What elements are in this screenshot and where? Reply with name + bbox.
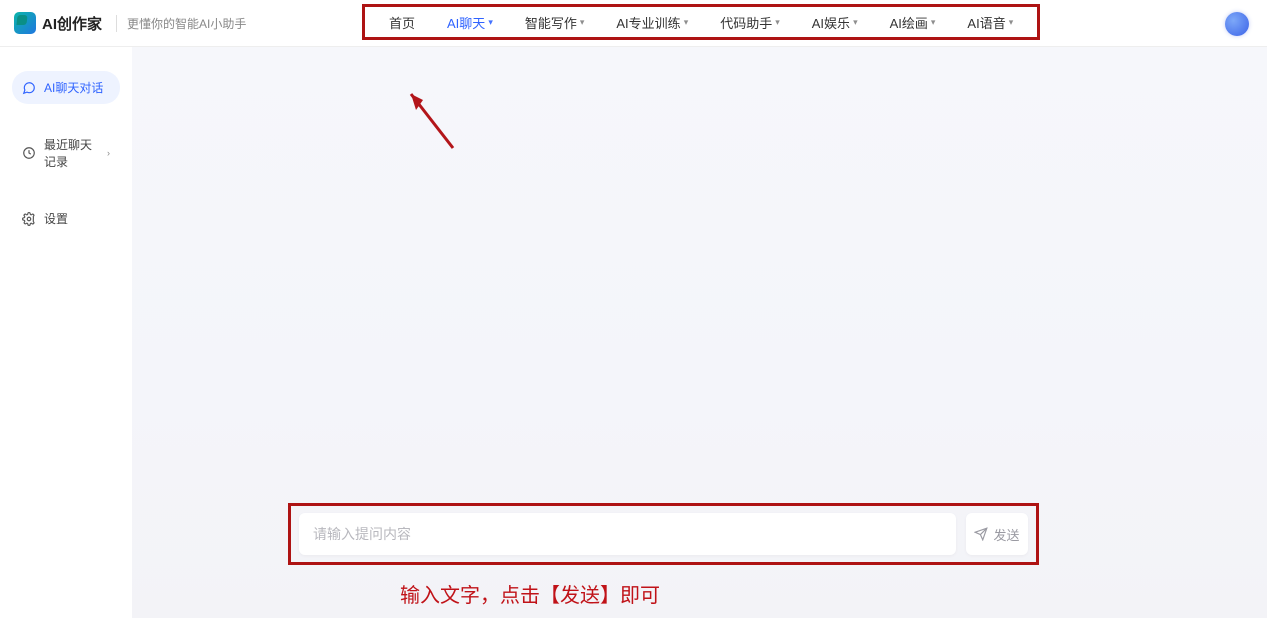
nav-ai-entertainment[interactable]: AI娱乐 ▾: [796, 13, 874, 32]
nav-label: AI专业训练: [616, 13, 680, 32]
page-body: AI聊天对话 最近聊天记录 › 设置 发送 输入文字，点击【发送: [0, 47, 1267, 618]
chevron-down-icon: ▾: [580, 17, 585, 28]
nav-code-assistant[interactable]: 代码助手 ▾: [704, 13, 796, 32]
chat-input[interactable]: [299, 513, 956, 555]
sidebar-item-ai-chat[interactable]: AI聊天对话: [12, 71, 120, 104]
nav-label: AI语音: [967, 13, 1005, 32]
nav-ai-pro-training[interactable]: AI专业训练 ▾: [600, 13, 704, 32]
chevron-down-icon: ▾: [775, 17, 780, 28]
sidebar-item-label: AI聊天对话: [44, 79, 103, 96]
top-nav-annotated-box: 首页 AI聊天 ▾ 智能写作 ▾ AI专业训练 ▾ 代码助手 ▾ AI娱乐 ▾ …: [362, 4, 1040, 40]
chevron-right-icon: ›: [107, 148, 110, 158]
clock-icon: [22, 146, 36, 160]
gear-icon: [22, 212, 36, 226]
nav-home[interactable]: 首页: [373, 13, 431, 32]
chevron-down-icon: ▾: [931, 17, 936, 28]
sidebar-item-label: 最近聊天记录: [44, 136, 99, 170]
send-button[interactable]: 发送: [966, 513, 1028, 555]
app-logo-icon: [14, 12, 36, 34]
nav-label: 首页: [389, 13, 415, 32]
nav-label: 智能写作: [525, 13, 577, 32]
nav-smart-writing[interactable]: 智能写作 ▾: [509, 13, 601, 32]
send-button-label: 发送: [993, 525, 1019, 544]
avatar[interactable]: [1225, 12, 1249, 36]
annotation-arrow-icon: [401, 88, 461, 158]
nav-label: AI娱乐: [812, 13, 850, 32]
nav-ai-painting[interactable]: AI绘画 ▾: [874, 13, 952, 32]
nav-label: AI聊天: [447, 13, 485, 32]
annotation-caption: 输入文字，点击【发送】即可: [400, 579, 660, 608]
sidebar-item-settings[interactable]: 设置: [12, 202, 120, 235]
sidebar-item-label: 设置: [44, 210, 68, 227]
chevron-down-icon: ▾: [853, 17, 858, 28]
app-tagline: 更懂你的智能AI小助手: [116, 15, 246, 32]
nav-label: AI绘画: [890, 13, 928, 32]
paper-plane-icon: [974, 527, 988, 541]
logo-area: AI创作家 更懂你的智能AI小助手: [14, 12, 246, 34]
header: AI创作家 更懂你的智能AI小助手 首页 AI聊天 ▾ 智能写作 ▾ AI专业训…: [0, 0, 1267, 47]
nav-ai-voice[interactable]: AI语音 ▾: [951, 13, 1029, 32]
chat-icon: [22, 81, 36, 95]
chevron-down-icon: ▾: [1009, 17, 1014, 28]
app-name: AI创作家: [42, 13, 102, 34]
sidebar-item-recent-chats[interactable]: 最近聊天记录 ›: [12, 128, 120, 178]
chevron-down-icon: ▾: [684, 17, 689, 28]
chevron-down-icon: ▾: [488, 17, 493, 28]
sidebar: AI聊天对话 最近聊天记录 › 设置: [0, 47, 132, 618]
nav-ai-chat[interactable]: AI聊天 ▾: [431, 13, 509, 32]
chat-input-annotated-box: 发送: [288, 503, 1039, 565]
nav-label: 代码助手: [720, 13, 772, 32]
